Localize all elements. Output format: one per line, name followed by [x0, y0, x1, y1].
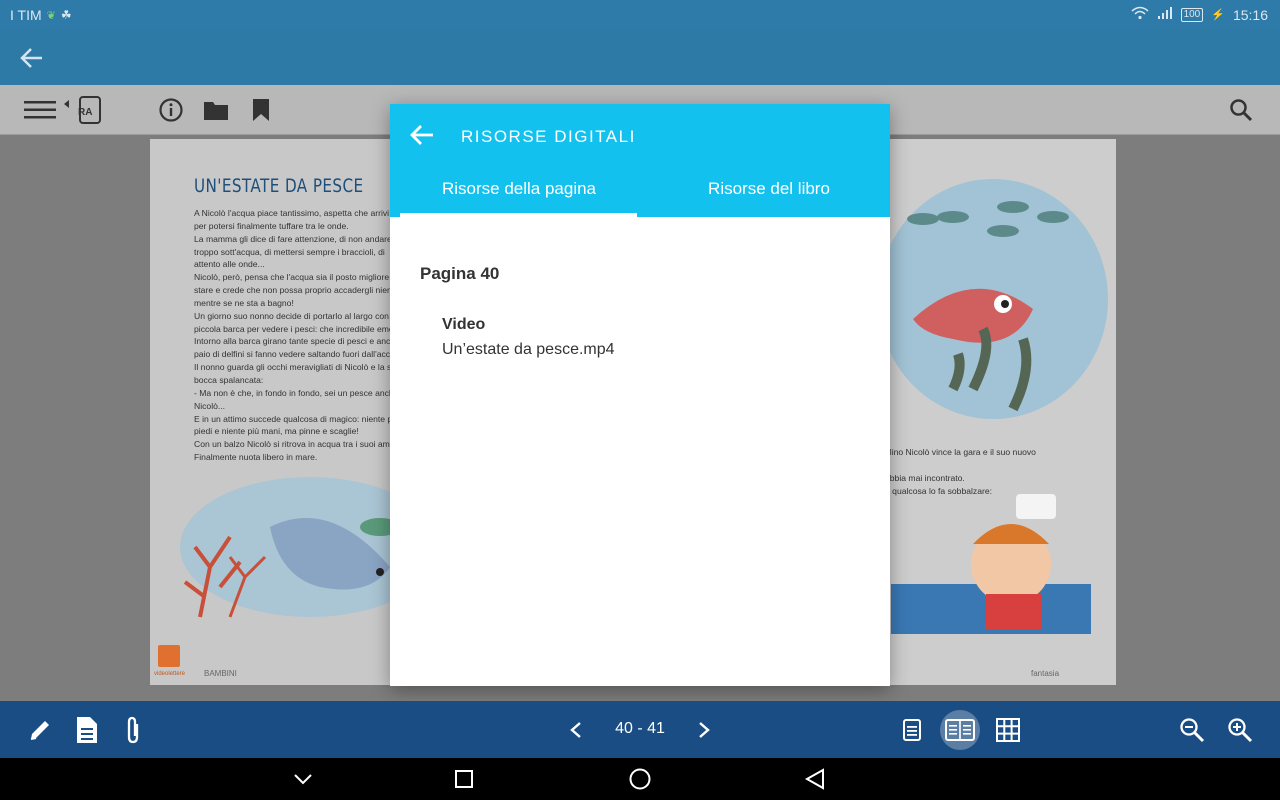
notes-icon[interactable] — [72, 715, 102, 745]
tab-book-resources[interactable]: Risorse del libro — [644, 179, 894, 199]
leaf-icon: ❦ — [46, 9, 56, 22]
tab-page-resources[interactable]: Risorse della pagina — [394, 179, 644, 199]
bottom-toolbar: 40 - 41 — [0, 701, 1280, 758]
single-page-view-icon[interactable] — [897, 715, 927, 745]
active-tab-indicator — [400, 213, 637, 217]
dialog-header: RISORSE DIGITALI Risorse della pagina Ri… — [390, 104, 890, 217]
resource-type: Video — [442, 316, 486, 333]
nav-home-icon[interactable] — [627, 767, 653, 791]
attachment-icon[interactable] — [118, 715, 148, 745]
usb-icon: ☘ — [60, 8, 72, 22]
zoom-out-icon[interactable] — [1177, 715, 1207, 745]
nav-recents-icon[interactable] — [451, 767, 477, 791]
page-indicator: 40 - 41 — [615, 720, 665, 737]
digital-resources-dialog: RISORSE DIGITALI Risorse della pagina Ri… — [390, 104, 890, 686]
grid-view-icon[interactable] — [993, 715, 1023, 745]
back-arrow-icon[interactable] — [18, 44, 46, 72]
pencil-icon[interactable] — [25, 715, 55, 745]
carrier-label: I TIM — [10, 7, 42, 23]
next-page-icon[interactable] — [689, 715, 719, 745]
nav-back-icon[interactable] — [802, 767, 828, 791]
clock: 15:16 — [1232, 6, 1268, 23]
previous-page-icon[interactable] — [561, 715, 591, 745]
double-page-view-icon[interactable] — [945, 715, 975, 745]
battery-icon: 100 — [1180, 7, 1204, 22]
resource-link[interactable]: Un’estate da pesce.mp4 — [442, 341, 615, 359]
status-bar: I TIM ❦ ☘ 100 ⚡ 15:16 — [0, 0, 1280, 30]
section-title: Pagina 40 — [420, 264, 500, 283]
dialog-title: RISORSE DIGITALI — [461, 127, 636, 146]
app-bar — [0, 30, 1280, 85]
system-nav-bar — [0, 758, 1280, 800]
dialog-back-arrow-icon[interactable] — [408, 121, 436, 149]
charging-icon: ⚡ — [1211, 9, 1225, 21]
nav-collapse-icon[interactable] — [290, 767, 316, 791]
zoom-in-icon[interactable] — [1225, 715, 1255, 745]
wifi-icon — [1131, 6, 1149, 23]
signal-icon — [1157, 6, 1173, 23]
